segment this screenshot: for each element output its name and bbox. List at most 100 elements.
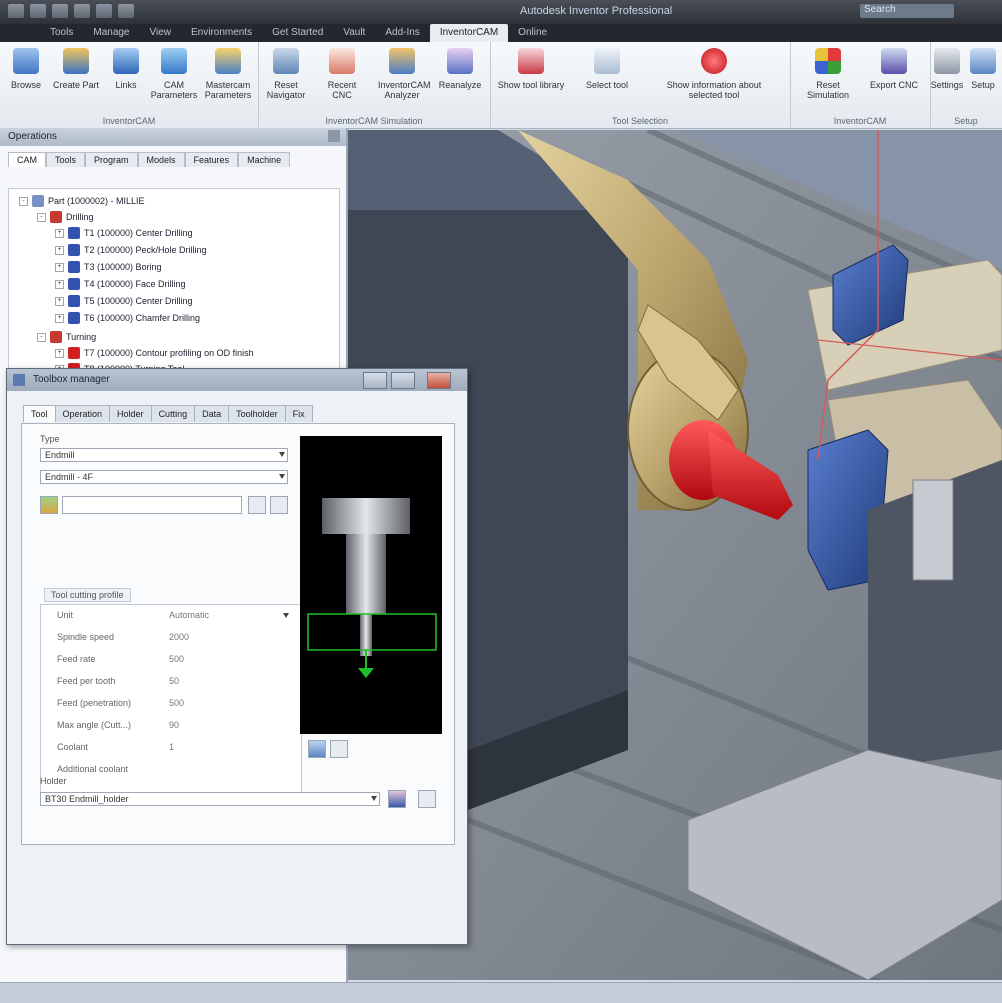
settings-button[interactable]: Settings: [930, 48, 964, 90]
type-select[interactable]: Endmill: [40, 448, 288, 462]
tab-tools[interactable]: Tools: [46, 152, 86, 167]
reset-navigator-button[interactable]: Reset Navigator: [262, 48, 310, 100]
new-icon[interactable]: [30, 4, 46, 18]
tool-icon-button[interactable]: [40, 496, 58, 514]
save-icon[interactable]: [74, 4, 90, 18]
subtype-select[interactable]: Endmill - 4F: [40, 470, 288, 484]
open-icon[interactable]: [52, 4, 68, 18]
param-row[interactable]: Max angle (Cutt...) 90: [41, 715, 301, 737]
tree-node[interactable]: - Turning: [37, 331, 96, 343]
links-button[interactable]: Links: [102, 48, 150, 90]
ribbon-group-label: Setup: [954, 116, 978, 126]
tab-inventorcam[interactable]: InventorCAM: [429, 24, 509, 42]
recent-cnc-button[interactable]: Recent CNC: [318, 48, 366, 100]
expand-icon[interactable]: +: [55, 296, 64, 306]
tab-view[interactable]: View: [140, 24, 182, 42]
tree-node[interactable]: - Drilling: [37, 211, 94, 223]
browse-button[interactable]: Browse: [2, 48, 50, 90]
expand-icon[interactable]: -: [37, 332, 46, 342]
tree-node[interactable]: + T7 (100000) Contour profiling on OD fin…: [55, 347, 254, 359]
holder-select[interactable]: BT30 Endmill_holder: [40, 792, 380, 806]
tab-toolholder[interactable]: Toolholder: [228, 405, 286, 422]
maximize-icon[interactable]: [391, 372, 415, 389]
add-tool-icon[interactable]: [248, 496, 266, 514]
tree-node[interactable]: + T3 (100000) Boring: [55, 261, 162, 273]
tab-operation[interactable]: Operation: [54, 405, 111, 422]
tab-get-started[interactable]: Get Started: [262, 24, 333, 42]
tree-node[interactable]: + T5 (100000) Center Drilling: [55, 295, 193, 307]
holder-edit-icon[interactable]: [418, 790, 436, 808]
param-row[interactable]: Spindle speed 2000: [41, 627, 301, 649]
param-row[interactable]: Additional coolant: [41, 759, 301, 781]
close-icon[interactable]: [328, 130, 340, 142]
tab-add-ins[interactable]: Add-Ins: [375, 24, 429, 42]
analyzer-button[interactable]: InventorCAM Analyzer: [378, 48, 431, 100]
ribbon-group-inventorcam-2: Reset Simulation Export CNC InventorCAM: [790, 42, 931, 128]
tab-holder[interactable]: Holder: [109, 405, 152, 422]
chevron-down-icon: [371, 796, 377, 801]
redo-icon[interactable]: [118, 4, 134, 18]
tab-cam[interactable]: CAM: [8, 152, 46, 167]
view-3d-icon[interactable]: [330, 740, 348, 758]
folder-icon: [50, 211, 62, 223]
simulation-icon: [815, 48, 841, 74]
export-cnc-button[interactable]: Export CNC: [864, 48, 924, 90]
param-row[interactable]: Feed rate 500: [41, 649, 301, 671]
select-tool-button[interactable]: Select tool: [572, 48, 642, 90]
reanalyze-button[interactable]: Reanalyze: [436, 48, 484, 90]
reset-simulation-button[interactable]: Reset Simulation: [798, 48, 858, 100]
ribbon-group-tool-selection: Show tool library Select tool Show infor…: [490, 42, 791, 128]
minimize-icon[interactable]: [363, 372, 387, 389]
expand-icon[interactable]: +: [55, 228, 64, 238]
tab-cutting[interactable]: Cutting: [150, 405, 196, 422]
app-menu-icon[interactable]: [8, 4, 24, 18]
search-input[interactable]: Search: [860, 4, 954, 18]
tab-features[interactable]: Features: [184, 152, 239, 167]
mastercam-parameters-button[interactable]: Mastercam Parameters: [204, 48, 252, 100]
undo-icon[interactable]: [96, 4, 112, 18]
param-row[interactable]: Coolant 1: [41, 737, 301, 759]
tree-node[interactable]: - Part (1000002) - MILLIE: [19, 195, 145, 207]
expand-icon[interactable]: -: [19, 196, 28, 206]
tab-machine[interactable]: Machine: [238, 152, 291, 167]
tab-vault[interactable]: Vault: [333, 24, 375, 42]
tree-node[interactable]: + T4 (100000) Face Drilling: [55, 278, 186, 290]
close-icon[interactable]: [427, 372, 451, 389]
tab-environments[interactable]: Environments: [181, 24, 262, 42]
operation-icon: [68, 244, 80, 256]
param-row[interactable]: Feed per tooth 50: [41, 671, 301, 693]
tab-program[interactable]: Program: [85, 152, 138, 167]
tab-tools[interactable]: Tools: [40, 24, 83, 42]
save-tool-icon[interactable]: [270, 496, 288, 514]
tab-models[interactable]: Models: [137, 152, 185, 167]
tree-node[interactable]: + T2 (100000) Peck/Hole Drilling: [55, 244, 207, 256]
setup-button[interactable]: Setup: [966, 48, 1000, 90]
folder-icon: [50, 331, 62, 343]
expand-icon[interactable]: +: [55, 279, 64, 289]
ribbon-group-label: InventorCAM Simulation: [325, 116, 423, 126]
ribbon-group-inventorcam: Browse Create Part Links CAM Parameters …: [0, 42, 259, 128]
show-tool-library-button[interactable]: Show tool library: [496, 48, 566, 90]
param-row[interactable]: Unit Automatic: [41, 605, 301, 627]
expand-icon[interactable]: -: [37, 212, 46, 222]
tree-node[interactable]: + T1 (100000) Center Drilling: [55, 227, 193, 239]
tab-manage[interactable]: Manage: [83, 24, 139, 42]
tool-dialog: Toolbox manager Tool Operation Holder Cu…: [6, 368, 468, 945]
tab-fix[interactable]: Fix: [284, 405, 313, 422]
param-row[interactable]: Feed (penetration) 500: [41, 693, 301, 715]
holder-library-icon[interactable]: [388, 790, 406, 808]
dialog-titlebar[interactable]: Toolbox manager: [7, 369, 467, 391]
expand-icon[interactable]: +: [55, 262, 64, 272]
tool-name-field[interactable]: [62, 496, 242, 514]
cam-parameters-button[interactable]: CAM Parameters: [150, 48, 198, 100]
create-part-button[interactable]: Create Part: [52, 48, 100, 90]
expand-icon[interactable]: +: [55, 348, 64, 358]
view-profile-icon[interactable]: [308, 740, 326, 758]
tree-node[interactable]: + T6 (100000) Chamfer Drilling: [55, 312, 200, 324]
expand-icon[interactable]: +: [55, 245, 64, 255]
tool-info-button[interactable]: Show information about selected tool: [650, 48, 778, 100]
tab-tool[interactable]: Tool: [23, 405, 56, 422]
expand-icon[interactable]: +: [55, 313, 64, 323]
tab-data[interactable]: Data: [194, 405, 230, 422]
tab-online[interactable]: Online: [508, 24, 557, 42]
